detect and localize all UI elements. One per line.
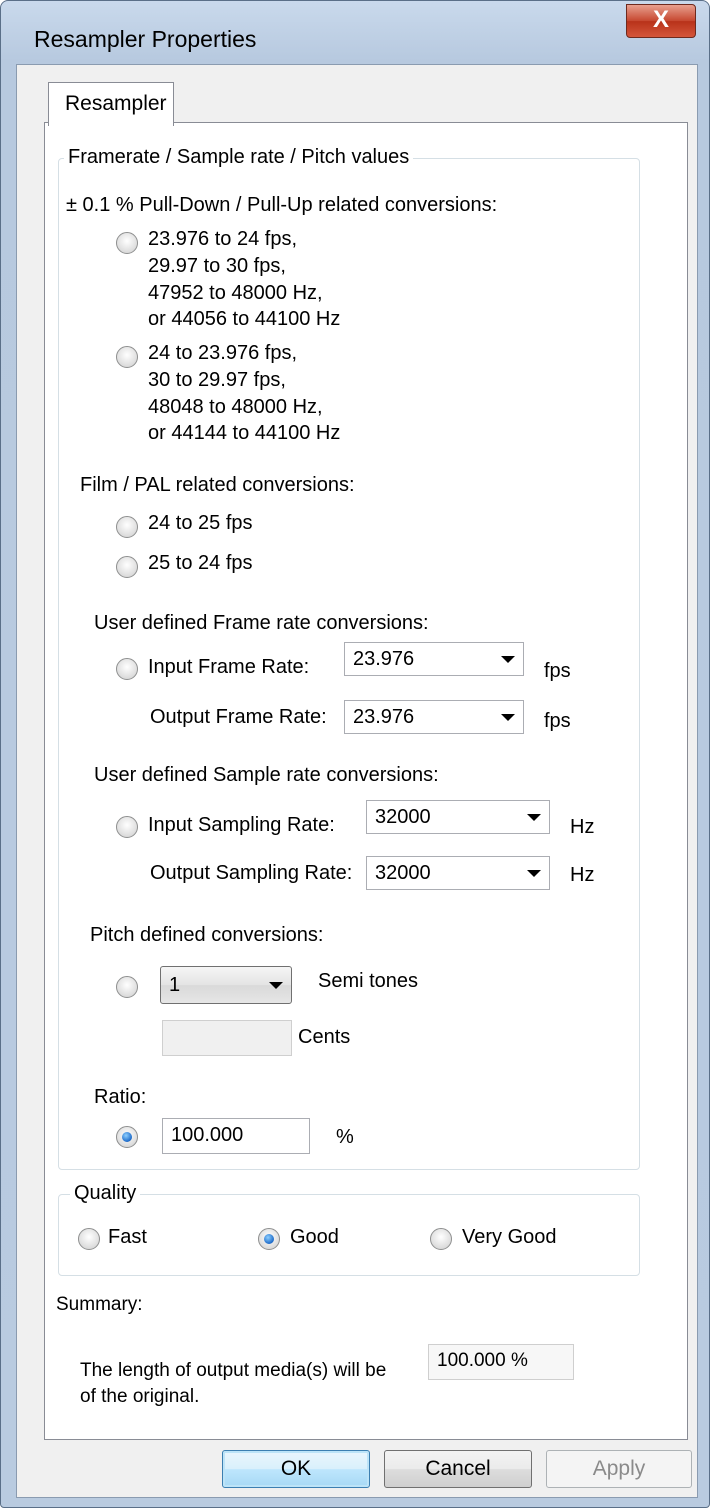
ratio-field[interactable]: 100.000 — [162, 1118, 310, 1154]
frame-rate-heading: User defined Frame rate conversions: — [94, 612, 429, 634]
pulldown-option2-line3: 48048 to 48000 Hz, — [148, 396, 323, 418]
pulldown-option1-radio[interactable] — [116, 232, 138, 254]
ratio-unit: % — [336, 1126, 354, 1148]
pulldown-option2-line4: or 44144 to 44100 Hz — [148, 422, 341, 444]
quality-fast-radio[interactable] — [78, 1228, 100, 1250]
output-frame-rate-value: 23.976 — [353, 706, 415, 728]
input-sampling-rate-label: Input Sampling Rate: — [148, 814, 335, 836]
pulldown-option1-line1: 23.976 to 24 fps, — [148, 228, 298, 250]
pitch-radio[interactable] — [116, 976, 138, 998]
cancel-button[interactable]: Cancel — [384, 1450, 532, 1488]
summary-heading: Summary: — [56, 1294, 143, 1315]
film-pal-option2-label: 25 to 24 fps — [148, 552, 253, 574]
semitones-combo[interactable]: 1 — [160, 966, 292, 1004]
input-frame-rate-value: 23.976 — [353, 648, 415, 670]
frame-rate-radio[interactable] — [116, 658, 138, 680]
ok-button[interactable]: OK — [222, 1450, 370, 1488]
chevron-down-icon — [527, 814, 541, 821]
close-button[interactable]: X — [626, 4, 696, 38]
semitones-label: Semi tones — [318, 970, 419, 992]
output-sampling-rate-unit: Hz — [570, 864, 595, 886]
summary-line1: The length of output media(s) will be — [80, 1360, 387, 1381]
chevron-down-icon — [269, 982, 283, 989]
pulldown-option2-line1: 24 to 23.976 fps, — [148, 342, 298, 364]
quality-group-legend: Quality — [70, 1182, 141, 1205]
semitones-value: 1 — [169, 974, 181, 996]
cents-label: Cents — [298, 1026, 351, 1048]
quality-fast-label: Fast — [108, 1226, 147, 1248]
window-title: Resampler Properties — [34, 26, 257, 52]
pulldown-heading: ± 0.1 % Pull-Down / Pull-Up related conv… — [66, 194, 498, 216]
sample-rate-radio[interactable] — [116, 816, 138, 838]
output-sampling-rate-label: Output Sampling Rate: — [150, 862, 353, 884]
film-pal-option1-radio[interactable] — [116, 516, 138, 538]
input-sampling-rate-combo[interactable]: 32000 — [366, 800, 550, 834]
output-sampling-rate-value: 32000 — [375, 862, 431, 884]
summary-line2: of the original. — [80, 1386, 200, 1407]
cents-field[interactable] — [162, 1020, 292, 1056]
sample-rate-heading: User defined Sample rate conversions: — [94, 764, 439, 786]
close-icon: X — [652, 6, 669, 33]
film-pal-heading: Film / PAL related conversions: — [80, 474, 355, 496]
ratio-heading: Ratio: — [94, 1086, 147, 1108]
film-pal-option1-label: 24 to 25 fps — [148, 512, 253, 534]
tab-resampler[interactable]: Resampler — [48, 82, 174, 126]
chevron-down-icon — [501, 714, 515, 721]
apply-button[interactable]: Apply — [546, 1450, 692, 1488]
input-frame-rate-label: Input Frame Rate: — [148, 656, 310, 678]
pulldown-option2-line2: 30 to 29.97 fps, — [148, 369, 286, 391]
quality-very-good-radio[interactable] — [430, 1228, 452, 1250]
output-sampling-rate-combo[interactable]: 32000 — [366, 856, 550, 890]
quality-good-radio[interactable] — [258, 1228, 280, 1250]
input-sampling-rate-unit: Hz — [570, 816, 595, 838]
quality-very-good-label: Very Good — [462, 1226, 557, 1248]
output-frame-rate-label: Output Frame Rate: — [150, 706, 327, 728]
film-pal-option2-radio[interactable] — [116, 556, 138, 578]
pulldown-option1-line2: 29.97 to 30 fps, — [148, 255, 286, 277]
input-sampling-rate-value: 32000 — [375, 806, 431, 828]
pulldown-option1-line4: or 44056 to 44100 Hz — [148, 308, 341, 330]
rates-group-legend: Framerate / Sample rate / Pitch values — [64, 146, 414, 169]
output-frame-rate-unit: fps — [544, 710, 571, 732]
pitch-heading: Pitch defined conversions: — [90, 924, 324, 946]
summary-value: 100.000 % — [428, 1344, 574, 1380]
pulldown-option1-line3: 47952 to 48000 Hz, — [148, 282, 323, 304]
chevron-down-icon — [527, 870, 541, 877]
output-frame-rate-combo[interactable]: 23.976 — [344, 700, 524, 734]
chevron-down-icon — [501, 656, 515, 663]
pulldown-option2-radio[interactable] — [116, 346, 138, 368]
input-frame-rate-combo[interactable]: 23.976 — [344, 642, 524, 676]
quality-good-label: Good — [290, 1226, 339, 1248]
input-frame-rate-unit: fps — [544, 660, 571, 682]
ratio-radio[interactable] — [116, 1126, 138, 1148]
